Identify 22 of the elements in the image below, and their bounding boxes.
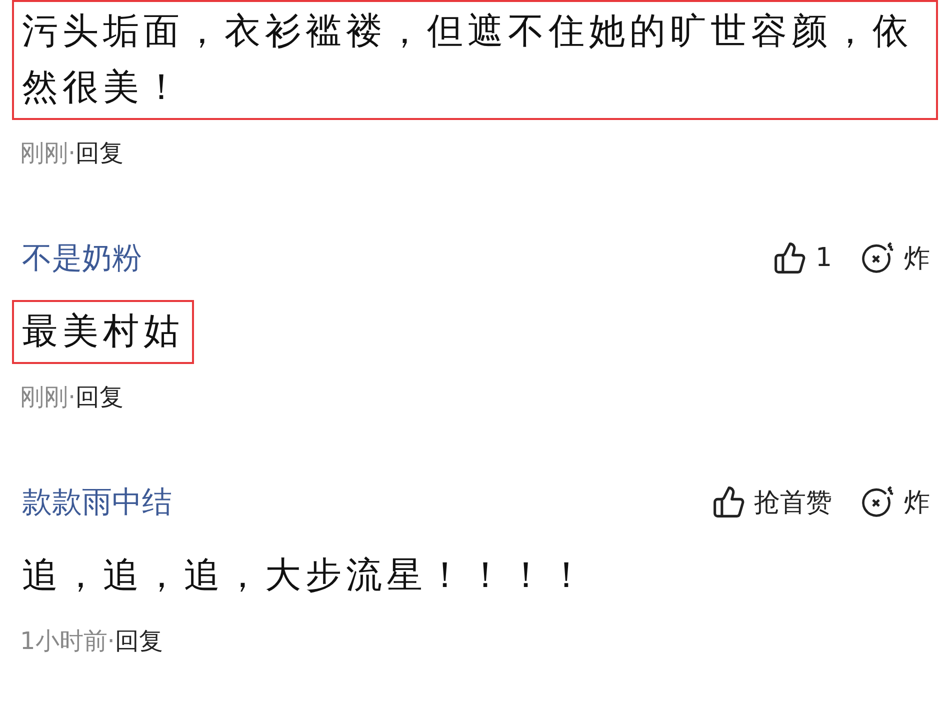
timestamp: 刚刚 bbox=[20, 138, 68, 169]
timestamp: 刚刚 bbox=[20, 382, 68, 413]
thumbs-up-icon[interactable] bbox=[712, 485, 746, 519]
separator-dot: · bbox=[68, 139, 76, 167]
like-count[interactable]: 抢首赞 bbox=[754, 484, 832, 520]
thumbs-up-icon[interactable] bbox=[773, 241, 808, 275]
separator-dot: · bbox=[107, 627, 115, 655]
reply-link[interactable]: 回复 bbox=[76, 137, 124, 169]
separator-dot: · bbox=[68, 383, 76, 411]
bomb-icon bbox=[860, 484, 896, 520]
bomb-label[interactable]: 炸 bbox=[904, 240, 930, 276]
username[interactable]: 款款雨中结 bbox=[22, 482, 684, 522]
bomb-label[interactable]: 炸 bbox=[904, 484, 930, 520]
comment-text: 最美村姑 bbox=[12, 300, 194, 364]
bomb-icon bbox=[860, 240, 896, 276]
comment-text: 污头垢面，衣衫褴褛，但遮不住她的旷世容颜，依然很美！ bbox=[12, 0, 938, 120]
like-count[interactable]: 1 bbox=[815, 243, 832, 273]
comment-text: 追，追，追，大步流星！！！！ bbox=[21, 554, 590, 598]
reply-link[interactable]: 回复 bbox=[114, 625, 163, 657]
timestamp: 1小时前 bbox=[20, 626, 108, 657]
reply-link[interactable]: 回复 bbox=[76, 381, 124, 413]
username[interactable]: 不是奶粉 bbox=[22, 238, 746, 278]
